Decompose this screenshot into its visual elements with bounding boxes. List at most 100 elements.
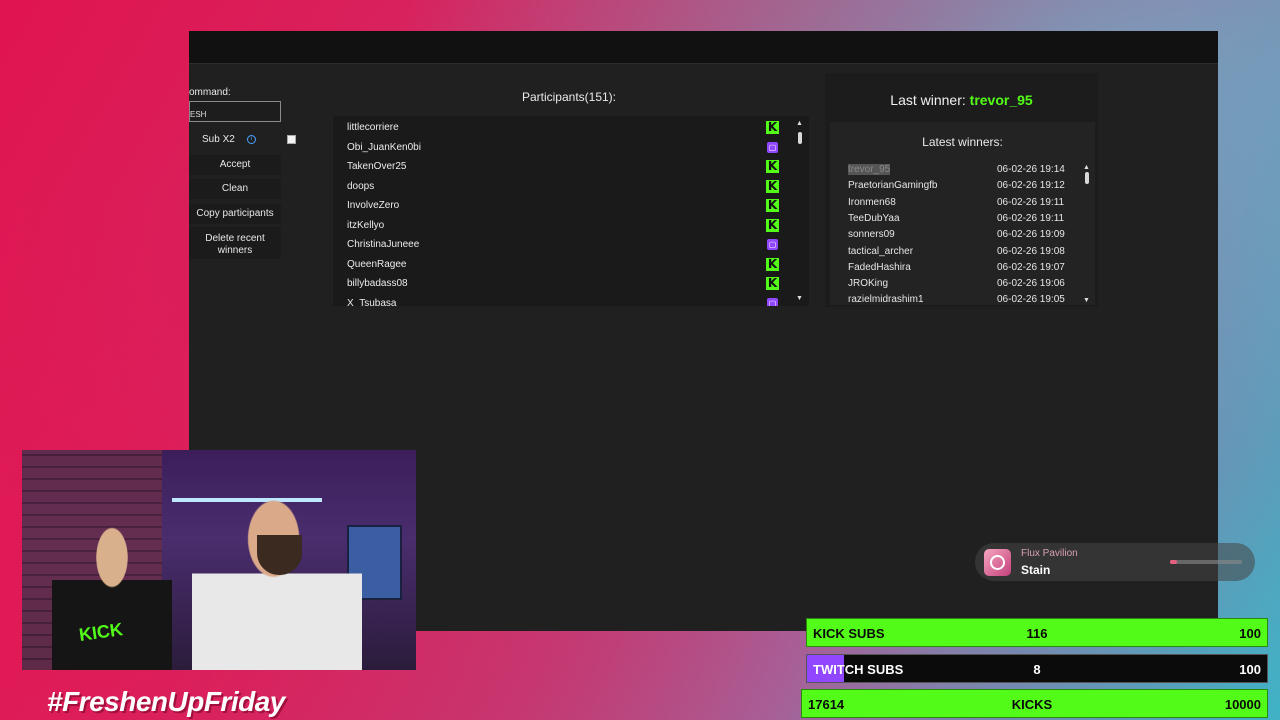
participant-row[interactable]: QueenRagee K [333,255,809,274]
participant-row[interactable]: Obi_JuanKen0bi ▢ [333,138,809,157]
command-panel: ommand: Sub X2 i Accept Clean Copy parti… [189,76,299,316]
participant-row[interactable]: doops K [333,177,809,196]
kick-icon: K [766,217,779,232]
winner-row[interactable]: JROKing 06-02-26 19:06 [830,276,1095,292]
scroll-up-icon[interactable]: ▲ [796,120,803,127]
participant-name: itzKellyo [347,219,385,231]
kicks-goal-bar: 17614 KICKS 10000 [801,689,1268,718]
kicks-label: KICKS [1011,697,1053,712]
participant-row[interactable]: TakenOver25 K [333,157,809,176]
sub-x2-label: Sub X2 [202,134,235,145]
kick-icon: K [766,120,779,134]
participant-name: QueenRagee [347,258,407,270]
participant-name: X_Tsubasa [347,297,397,307]
music-artist: Flux Pavilion [1021,548,1078,559]
command-label: ommand: [189,87,231,98]
winner-name: tactical_archer [848,245,914,257]
winner-row[interactable]: FadedHashira 06-02-26 19:07 [830,260,1095,276]
winner-row[interactable]: tactical_archer 06-02-26 19:08 [830,244,1095,260]
last-winner-label: Last winner: [890,92,966,108]
delete-recent-winners-button[interactable]: Delete recent winners [189,227,281,259]
twitch-icon: ▢ [767,141,778,153]
winner-date: 06-02-26 19:11 [997,212,1065,224]
streamer-left [52,520,172,670]
participant-row[interactable]: itzKellyo K [333,216,809,235]
command-input[interactable] [189,101,281,122]
scroll-thumb[interactable] [798,132,802,144]
participant-name: billybadass08 [347,278,408,289]
kicks-target: 10000 [1224,697,1261,712]
winner-name: JROKing [848,278,889,290]
kick-icon: K [766,256,779,271]
winner-name: razielmidrashim1 [848,294,924,306]
participant-row[interactable]: billybadass08 K [333,274,809,293]
winner-date: 06-02-26 19:06 [997,278,1065,290]
participant-row[interactable]: InvolveZero K [333,196,809,215]
album-art [984,549,1011,576]
participants-list[interactable]: X_Tsubasa ▢ billybadass08 K QueenRagee K Chris… [333,116,809,306]
winner-name: PraetorianGamingfb [848,180,938,192]
winner-name: trevor_95 [848,164,891,175]
winner-row[interactable]: sonners09 06-02-26 19:09 [830,227,1095,243]
participant-row[interactable]: littlecorriere K [333,118,809,137]
participant-name: TakenOver25 [347,161,407,172]
kick-subs-target: 100 [1239,626,1261,641]
latest-winners-title: Latest winners: [922,135,1003,149]
scroll-down-icon[interactable]: ▼ [796,295,803,302]
latest-winners-box[interactable]: Latest winners: ▲ ▼ trevor_95 06-02-26 19… [830,122,1095,305]
winner-row[interactable]: trevor_95 06-02-26 19:14 [830,162,1095,178]
kick-icon: K [766,276,779,290]
now-playing-widget: Flux Pavilion Stain [975,543,1255,581]
participant-name: ChristinaJuneee [347,239,420,250]
winner-row[interactable]: razielmidrashim1 06-02-26 19:05 [830,292,1095,308]
winner-date: 06-02-26 19:05 [997,294,1065,306]
participant-name: littlecorriere [347,122,399,133]
hashtag-banner: #FreshenUpFriday [47,686,285,717]
album-art-icon [990,555,1005,570]
webcam-feed: KICK [22,450,416,670]
kick-icon: K [766,178,779,193]
winner-name: TeeDubYaa [848,212,900,224]
winner-date: 06-02-26 19:08 [997,245,1065,257]
winner-row[interactable]: PraetorianGamingfb 06-02-26 19:12 [830,178,1095,194]
kick-icon: K [766,198,779,212]
info-icon[interactable]: i [247,135,256,144]
copy-participants-button[interactable]: Copy participants [189,204,281,224]
twitch-subs-goal-bar: TWITCH SUBS 8 100 [806,654,1268,683]
winners-panel: Last winner: trevor_95 Latest winners: ▲… [825,73,1098,307]
winner-date: 06-02-26 19:12 [997,180,1065,192]
twitch-subs-target: 100 [1239,662,1261,677]
music-progress-bar [1170,560,1242,564]
winner-date: 06-02-26 19:07 [997,261,1065,273]
last-winner-heading: Last winner: trevor_95 [825,92,1098,108]
winner-date: 06-02-26 19:09 [997,229,1065,241]
streamer-right [192,495,362,670]
accept-button[interactable]: Accept [189,155,281,175]
kick-subs-count: 116 [1026,626,1048,641]
winner-row[interactable]: TeeDubYaa 06-02-26 19:11 [830,211,1095,227]
kick-icon: K [766,159,779,173]
music-progress-fill [1170,560,1178,564]
twitch-icon: ▢ [767,297,778,306]
twitch-subs-count: 8 [1033,662,1041,677]
participant-row[interactable]: ChristinaJuneee ▢ [333,235,809,254]
participant-name: doops [347,180,375,192]
winner-name: Ironmen68 [848,196,896,208]
participants-title: Participants(151): [521,90,617,104]
participant-name: Obi_JuanKen0bi [347,141,421,153]
winner-date: 06-02-26 19:14 [997,164,1065,175]
music-title: Stain [1021,563,1051,577]
twitch-icon: ▢ [767,239,778,250]
participant-name: InvolveZero [347,200,400,211]
kick-subs-goal-bar: KICK SUBS 116 100 [806,618,1268,647]
clean-button[interactable]: Clean [189,179,281,199]
winner-date: 06-02-26 19:11 [997,196,1065,208]
last-winner-name: trevor_95 [969,92,1033,108]
app-top-bar [189,31,1218,64]
sub-x2-checkbox[interactable] [287,135,296,144]
winner-row[interactable]: Ironmen68 06-02-26 19:11 [830,195,1095,211]
winner-name: FadedHashira [848,261,911,273]
participants-scrollbar[interactable]: ▲ ▼ [796,120,804,302]
winner-name: sonners09 [848,229,895,241]
participant-row[interactable]: X_Tsubasa ▢ [333,294,809,307]
